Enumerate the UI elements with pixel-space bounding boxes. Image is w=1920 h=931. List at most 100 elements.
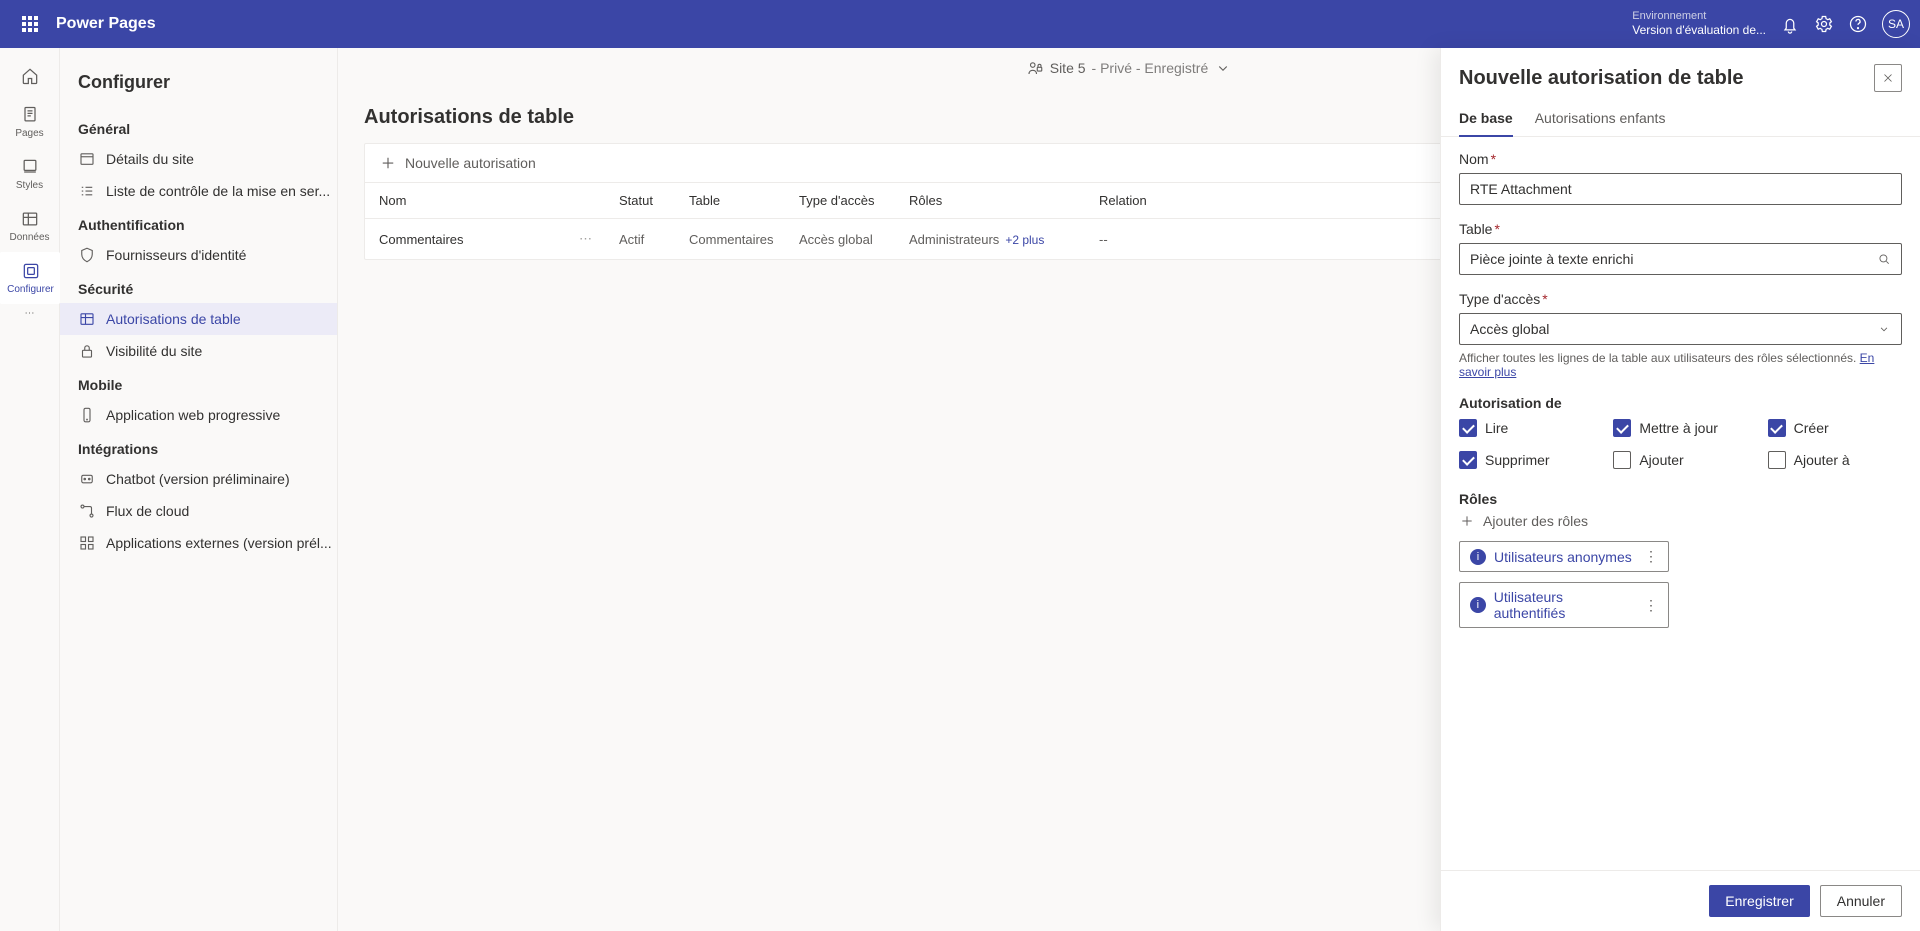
- permission-supprimer[interactable]: Supprimer: [1459, 451, 1593, 469]
- top-bar: Power Pages Environnement Version d'éval…: [0, 0, 1920, 48]
- role-chip[interactable]: iUtilisateurs authentifiés⋮: [1459, 582, 1669, 628]
- save-button[interactable]: Enregistrer: [1709, 885, 1809, 917]
- table-perm-icon: [78, 310, 96, 328]
- row-more-icon[interactable]: ⋯: [579, 231, 619, 247]
- chip-more-icon[interactable]: ⋮: [1644, 597, 1658, 614]
- checkbox[interactable]: [1459, 451, 1477, 469]
- add-roles-button[interactable]: Ajouter des rôles: [1459, 513, 1902, 529]
- styles-icon: [20, 157, 40, 177]
- close-icon: [1881, 71, 1895, 85]
- table-field[interactable]: Pièce jointe à texte enrichi: [1459, 243, 1902, 275]
- checkbox[interactable]: [1613, 419, 1631, 437]
- left-rail: Pages Styles Données Configurer ⋯: [0, 48, 60, 931]
- chip-more-icon[interactable]: ⋮: [1644, 548, 1658, 565]
- col-table[interactable]: Table: [689, 193, 799, 208]
- name-field[interactable]: [1459, 173, 1902, 205]
- sidebar-item-external-apps[interactable]: Applications externes (version prél...: [60, 527, 337, 559]
- people-lock-icon: [1026, 59, 1044, 77]
- permissions-grid-checks: Lire Mettre à jour Créer Supprimer Ajouter Aj…: [1459, 419, 1902, 469]
- rail-pages[interactable]: Pages: [0, 96, 60, 148]
- row-access: Accès global: [799, 232, 909, 247]
- permission-ajouter-à[interactable]: Ajouter à: [1768, 451, 1902, 469]
- sidebar-item-table-permissions[interactable]: Autorisations de table: [60, 303, 337, 335]
- lock-icon: [78, 342, 96, 360]
- checkbox[interactable]: [1768, 419, 1786, 437]
- panel-title: Nouvelle autorisation de table: [1459, 67, 1744, 90]
- label-roles: Rôles: [1459, 491, 1902, 507]
- sidebar-item-chatbot[interactable]: Chatbot (version préliminaire): [60, 463, 337, 495]
- sidebar-item-checklist[interactable]: Liste de contrôle de la mise en ser...: [60, 175, 337, 207]
- label-name: Nom*: [1459, 151, 1902, 167]
- label-table: Table*: [1459, 221, 1902, 237]
- row-role-more[interactable]: +2 plus: [1005, 233, 1044, 247]
- sidebar-title: Configurer: [60, 58, 337, 111]
- mobile-icon: [78, 406, 96, 424]
- info-icon: i: [1470, 597, 1486, 613]
- permission-mettre-à-jour[interactable]: Mettre à jour: [1613, 419, 1747, 437]
- sidebar-item-identity[interactable]: Fournisseurs d'identité: [60, 239, 337, 271]
- sidebar-item-pwa[interactable]: Application web progressive: [60, 399, 337, 431]
- row-table: Commentaires: [689, 232, 799, 247]
- col-roles[interactable]: Rôles: [909, 193, 1099, 208]
- row-role: Administrateurs: [909, 232, 999, 247]
- settings-icon[interactable]: [1814, 14, 1834, 34]
- close-button[interactable]: [1874, 64, 1902, 92]
- env-label: Environnement: [1632, 9, 1766, 23]
- chevron-down-icon: [1877, 322, 1891, 336]
- plus-icon: [379, 154, 397, 172]
- user-avatar[interactable]: SA: [1882, 10, 1910, 38]
- rail-styles[interactable]: Styles: [0, 148, 60, 200]
- checkbox[interactable]: [1459, 419, 1477, 437]
- home-icon: [20, 66, 40, 86]
- cancel-button[interactable]: Annuler: [1820, 885, 1902, 917]
- side-panel: Nouvelle autorisation de table De base A…: [1440, 48, 1920, 931]
- env-name: Version d'évaluation de...: [1632, 23, 1766, 39]
- rail-data[interactable]: Données: [0, 200, 60, 252]
- crumb-site: Site 5: [1050, 60, 1086, 76]
- checkbox[interactable]: [1613, 451, 1631, 469]
- group-general: Général: [60, 111, 337, 143]
- permission-ajouter[interactable]: Ajouter: [1613, 451, 1747, 469]
- label-access: Type d'accès*: [1459, 291, 1902, 307]
- shield-icon: [78, 246, 96, 264]
- flow-icon: [78, 502, 96, 520]
- col-name[interactable]: Nom: [379, 193, 579, 208]
- crumb-state: - Privé - Enregistré: [1092, 60, 1209, 76]
- access-field[interactable]: Accès global: [1459, 313, 1902, 345]
- chatbot-icon: [78, 470, 96, 488]
- group-mobile: Mobile: [60, 367, 337, 399]
- tab-children[interactable]: Autorisations enfants: [1535, 104, 1666, 136]
- panel-tabs: De base Autorisations enfants: [1441, 104, 1920, 137]
- sidebar-item-visibility[interactable]: Visibilité du site: [60, 335, 337, 367]
- configurer-icon: [21, 261, 41, 281]
- access-help: Afficher toutes les lignes de la table a…: [1459, 351, 1902, 379]
- info-icon: i: [1470, 549, 1486, 565]
- group-auth: Authentification: [60, 207, 337, 239]
- col-status[interactable]: Statut: [619, 193, 689, 208]
- permission-lire[interactable]: Lire: [1459, 419, 1593, 437]
- tab-base[interactable]: De base: [1459, 104, 1513, 136]
- sidebar-item-details[interactable]: Détails du site: [60, 143, 337, 175]
- plus-icon: [1459, 513, 1475, 529]
- row-status: Actif: [619, 232, 689, 247]
- checklist-icon: [78, 182, 96, 200]
- group-integrations: Intégrations: [60, 431, 337, 463]
- rail-configurer[interactable]: Configurer: [0, 252, 60, 304]
- environment-picker[interactable]: Environnement Version d'évaluation de...: [1624, 9, 1766, 39]
- checkbox[interactable]: [1768, 451, 1786, 469]
- sidebar-item-cloud-flows[interactable]: Flux de cloud: [60, 495, 337, 527]
- col-access[interactable]: Type d'accès: [799, 193, 909, 208]
- app-launcher-icon[interactable]: [10, 0, 50, 48]
- row-name: Commentaires: [379, 232, 579, 247]
- role-chip[interactable]: iUtilisateurs anonymes⋮: [1459, 541, 1669, 572]
- pages-icon: [20, 105, 40, 125]
- permission-créer[interactable]: Créer: [1768, 419, 1902, 437]
- group-security: Sécurité: [60, 271, 337, 303]
- apps-icon: [78, 534, 96, 552]
- sidebar: Configurer Général Détails du site Liste…: [60, 48, 338, 931]
- help-icon[interactable]: [1848, 14, 1868, 34]
- chevron-down-icon: [1214, 59, 1232, 77]
- notifications-icon[interactable]: [1780, 14, 1800, 34]
- rail-home[interactable]: [0, 56, 60, 96]
- rail-more-icon[interactable]: ⋯: [25, 308, 35, 319]
